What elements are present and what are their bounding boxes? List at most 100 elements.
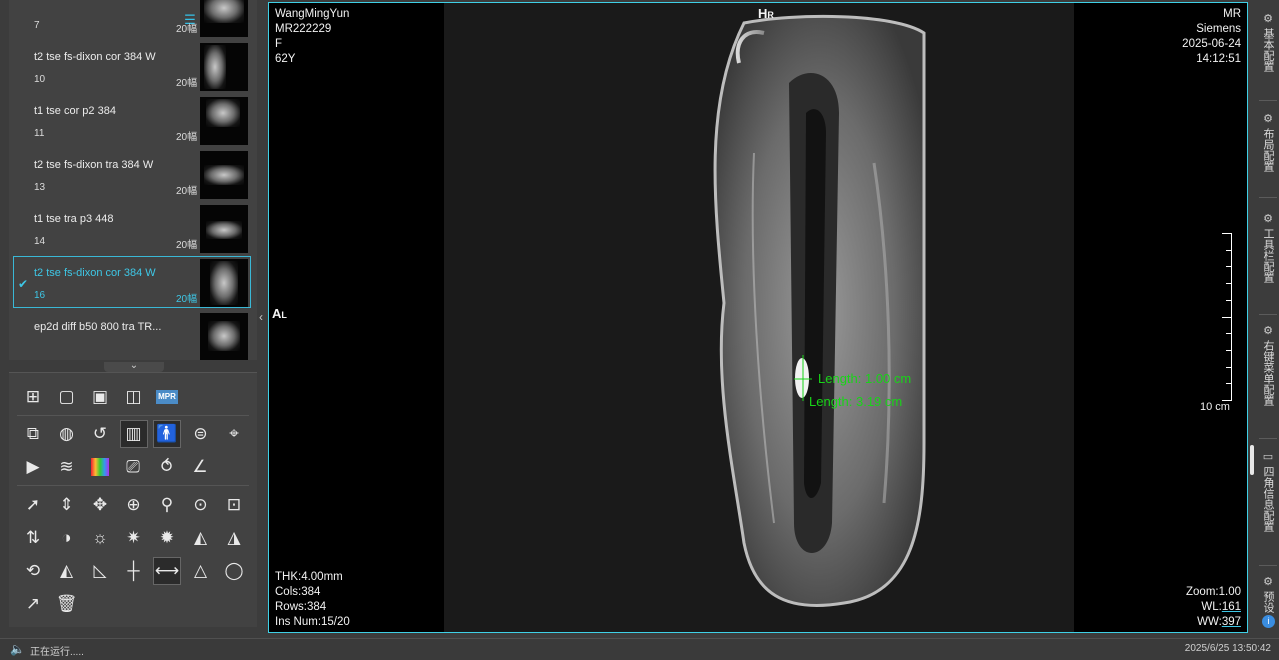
scroll-icon[interactable]: ⇕ bbox=[53, 491, 81, 519]
series-item[interactable]: 7 20幅 bbox=[13, 0, 251, 38]
text-arrow-icon[interactable]: ↗ bbox=[19, 590, 47, 618]
series-item[interactable]: ep2d diff b50 800 tra TR... bbox=[13, 310, 251, 360]
series-image-count: 20幅 bbox=[176, 186, 198, 197]
basic-config-button[interactable]: ⚙ 基本配置 bbox=[1257, 12, 1279, 72]
series-number: 16 bbox=[34, 290, 46, 301]
waveform-icon[interactable]: ≋ bbox=[53, 453, 81, 481]
magnify-icon[interactable]: ⚲ bbox=[153, 491, 181, 519]
window-width-value[interactable]: 397 bbox=[1222, 616, 1241, 628]
series-thumbnail[interactable] bbox=[200, 313, 248, 360]
scale-tick bbox=[1222, 316, 1231, 318]
reset-icon[interactable]: ↺ bbox=[86, 420, 114, 448]
mpr-button[interactable]: MPR bbox=[153, 383, 181, 411]
layout-frame-icon[interactable]: ▣ bbox=[86, 383, 114, 411]
series-item[interactable]: t1 tse tra p3 448 14 20幅 bbox=[13, 202, 251, 254]
flip-vertical-icon[interactable]: ⇅ bbox=[19, 524, 47, 552]
instance-number: Ins Num:15/20 bbox=[275, 616, 350, 628]
status-message: 正在运行..... bbox=[30, 647, 84, 658]
rotate-3d-icon[interactable]: ⊜ bbox=[187, 420, 215, 448]
scale-tick bbox=[1226, 299, 1231, 301]
rotate-icon[interactable]: ⟲ bbox=[19, 557, 47, 585]
series-item[interactable]: t2 tse fs-dixon tra 384 W 13 20幅 bbox=[13, 148, 251, 200]
series-thumbnail[interactable] bbox=[200, 151, 248, 199]
brightness-icon[interactable]: ☼ bbox=[86, 524, 114, 552]
series-name: t1 tse cor p2 384 bbox=[34, 105, 116, 117]
crosshair-icon[interactable]: ⌖ bbox=[220, 420, 248, 448]
series-item-selected[interactable]: ✔ t2 tse fs-dixon cor 384 W 16 20幅 bbox=[13, 256, 251, 308]
window-level-icon[interactable]: ✷ bbox=[120, 524, 148, 552]
patient-id: MR222229 bbox=[275, 23, 332, 35]
series-name: t1 tse tra p3 448 bbox=[34, 213, 114, 225]
series-item[interactable]: t2 tse fs-dixon cor 384 W 10 20幅 bbox=[13, 40, 251, 92]
triangle-right-icon[interactable]: ◭ bbox=[187, 524, 215, 552]
color-map-icon[interactable] bbox=[91, 458, 109, 476]
layout-grid-icon[interactable]: ⊞ bbox=[19, 383, 47, 411]
shutter-icon[interactable]: ◺ bbox=[86, 557, 114, 585]
config-label: 布局配置 bbox=[1262, 128, 1274, 172]
series-name: t2 tse fs-dixon tra 384 W bbox=[34, 159, 154, 171]
layout-single-icon[interactable]: ▢ bbox=[53, 383, 81, 411]
series-name: ep2d diff b50 800 tra TR... bbox=[34, 321, 162, 333]
series-sync-icon[interactable]: ⧉ bbox=[19, 420, 47, 448]
series-thumbnail[interactable] bbox=[200, 205, 248, 253]
triangle-left-icon[interactable]: ◮ bbox=[220, 524, 248, 552]
chevron-left-icon[interactable]: ‹ bbox=[259, 310, 263, 324]
menu-gear-icon: ⚙ bbox=[1263, 325, 1273, 337]
viewer-scrollbar[interactable] bbox=[1250, 445, 1254, 475]
invert-icon[interactable]: ⥀ bbox=[153, 453, 181, 481]
zoom-region-icon[interactable]: ⊡ bbox=[220, 491, 248, 519]
mirror-icon[interactable]: ◭ bbox=[53, 557, 81, 585]
config-label: 四角信息配置 bbox=[1262, 466, 1274, 532]
series-image-count: 20幅 bbox=[176, 24, 198, 35]
series-thumbnail[interactable] bbox=[200, 259, 248, 307]
body-icon[interactable]: 🚹 bbox=[153, 420, 181, 448]
sharpen-icon[interactable]: ✹ bbox=[153, 524, 181, 552]
angle-icon[interactable]: ∠ bbox=[186, 453, 214, 481]
scale-tick bbox=[1226, 366, 1231, 368]
display-info: Zoom:1.00 WL:161 WW:397 bbox=[1186, 585, 1241, 630]
cross-icon[interactable]: ┼ bbox=[120, 557, 148, 585]
status-bar: 🔈 正在运行..... 2025/6/25 13:50:42 bbox=[0, 638, 1279, 660]
collapse-panel-button[interactable]: ⌄ bbox=[104, 361, 164, 372]
patient-name: WangMingYun bbox=[275, 8, 350, 20]
corner-info-config-button[interactable]: ▭ 四角信息配置 bbox=[1257, 450, 1279, 532]
zoom-fit-icon[interactable]: ⊙ bbox=[187, 491, 215, 519]
series-thumbnail[interactable] bbox=[200, 43, 248, 91]
triangle-measure-icon[interactable]: △ bbox=[187, 557, 215, 585]
image-info: THK:4.00mm Cols:384 Rows:384 Ins Num:15/… bbox=[275, 570, 350, 630]
pointer-icon[interactable]: ➚ bbox=[19, 491, 47, 519]
length-measurement[interactable]: Length: 1.00 cm bbox=[818, 371, 911, 386]
corner-info-icon: ▭ bbox=[1262, 451, 1274, 463]
delete-annotation-icon[interactable]: 🗑 bbox=[53, 590, 81, 618]
layout-config-button[interactable]: ⚙ 布局配置 bbox=[1257, 112, 1279, 172]
config-sidebar: ⚙ 基本配置 ⚙ 布局配置 ⚙ 工具栏配置 ⚙ 右键菜单配置 ▭ 四角信息配置 … bbox=[1257, 0, 1279, 640]
series-thumbnail[interactable] bbox=[200, 97, 248, 145]
contrast-icon[interactable]: ◑ bbox=[53, 524, 81, 552]
pan-icon[interactable]: ✥ bbox=[86, 491, 114, 519]
compare-icon[interactable]: ▥ bbox=[119, 420, 148, 448]
layout-columns-icon[interactable]: ◫ bbox=[120, 383, 148, 411]
series-thumbnail[interactable] bbox=[200, 0, 248, 37]
image-viewport[interactable]: WangMingYun MR222229 F 62Y MR Siemens 20… bbox=[268, 2, 1248, 633]
toolbar-config-button[interactable]: ⚙ 工具栏配置 bbox=[1257, 212, 1279, 283]
length-tool-icon[interactable]: ⟷ bbox=[153, 557, 181, 585]
image-rows: Rows:384 bbox=[275, 601, 327, 613]
video-icon[interactable]: ▶ bbox=[19, 453, 47, 481]
slice-thickness: THK:4.00mm bbox=[275, 571, 343, 583]
screenshot-icon[interactable]: ⎚ bbox=[119, 453, 147, 481]
mri-image[interactable] bbox=[444, 3, 1074, 632]
info-icon[interactable]: i bbox=[1262, 615, 1275, 628]
length-measurement[interactable]: Length: 3.19 cm bbox=[809, 394, 902, 409]
preset-button[interactable]: ⚙ 预设 bbox=[1257, 575, 1279, 613]
study-info: MR Siemens 2025-06-24 14:12:51 bbox=[1182, 7, 1241, 67]
series-number: 10 bbox=[34, 74, 46, 85]
context-menu-config-button[interactable]: ⚙ 右键菜单配置 bbox=[1257, 324, 1279, 406]
window-level: WL:161 bbox=[1201, 601, 1241, 613]
series-item[interactable]: t1 tse cor p2 384 11 20幅 bbox=[13, 94, 251, 146]
config-label: 工具栏配置 bbox=[1262, 228, 1274, 283]
cine-icon[interactable]: ◍ bbox=[53, 420, 81, 448]
zoom-icon[interactable]: ⊕ bbox=[120, 491, 148, 519]
window-level-value[interactable]: 161 bbox=[1222, 601, 1241, 613]
ellipse-icon[interactable]: ◯ bbox=[220, 557, 248, 585]
speaker-icon[interactable]: 🔈 bbox=[10, 642, 25, 656]
